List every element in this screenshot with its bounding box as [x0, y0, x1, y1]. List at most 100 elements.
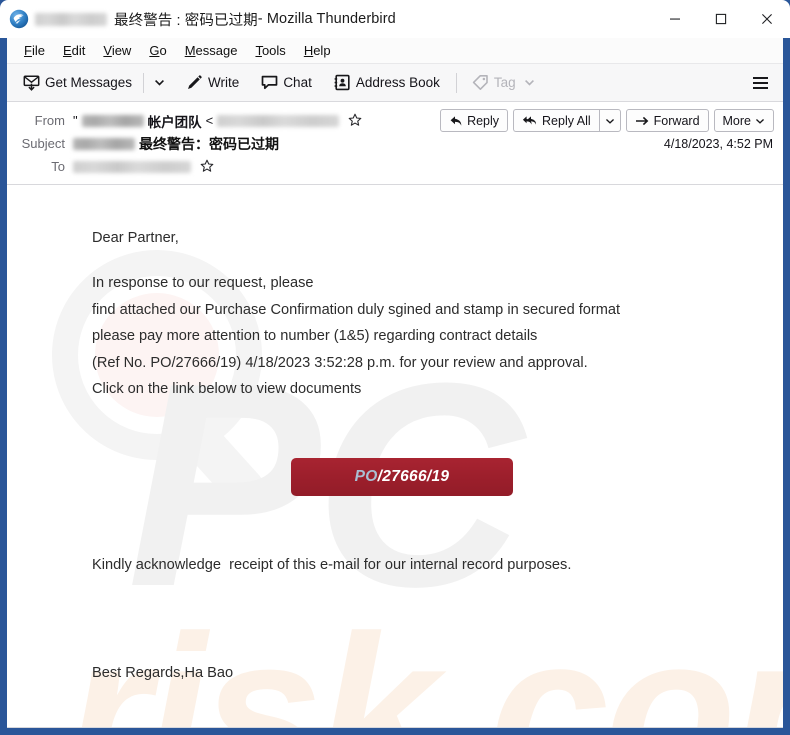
body-spacer-4	[92, 579, 783, 645]
write-label: Write	[208, 75, 240, 90]
body-greeting: Dear Partner,	[92, 230, 179, 246]
message-action-buttons: Reply Reply All Forward More	[435, 109, 774, 132]
title-subject: 最终警告 : 密码已过期	[114, 12, 258, 29]
menu-item-view[interactable]: View	[94, 41, 140, 61]
main-toolbar: Get Messages Write Chat Address Book Tag	[7, 64, 783, 102]
get-messages-button[interactable]: Get Messages	[16, 70, 139, 95]
hamburger-line-3	[752, 87, 768, 89]
reply-button[interactable]: Reply	[440, 109, 509, 132]
close-icon	[762, 14, 772, 24]
address-book-button[interactable]: Address Book	[327, 70, 447, 95]
tag-icon	[472, 75, 488, 90]
from-display-name: 帐户团队	[147, 114, 202, 130]
hamburger-line-2	[752, 82, 768, 84]
reply-all-dropdown-button[interactable]	[598, 109, 621, 132]
subject-redacted-domain	[73, 137, 135, 150]
menu-item-tools[interactable]: Tools	[246, 41, 294, 61]
menu-label-help-rest: elp	[313, 42, 331, 58]
reply-arrow-icon	[450, 115, 462, 126]
address-book-label: Address Book	[355, 75, 440, 90]
reply-all-arrow-icon	[522, 115, 537, 125]
po-document-link-button[interactable]: PO/27666/19	[291, 458, 513, 497]
menu-item-file[interactable]: File	[15, 41, 54, 61]
body-spacer-2	[92, 402, 783, 458]
po-button-suffix: /27666/19	[377, 468, 450, 486]
from-value: " 帐户团队 <	[73, 111, 362, 131]
body-line-2: find attached our Purchase Confirmation …	[92, 301, 621, 318]
pencil-icon	[188, 75, 202, 89]
maximize-icon	[715, 13, 727, 25]
tag-label: Tag	[493, 75, 516, 90]
menu-item-help[interactable]: Help	[295, 41, 340, 61]
message-date: 4/18/2023, 4:52 PM	[663, 137, 773, 151]
menu-item-go[interactable]: Go	[140, 41, 175, 61]
get-messages-dropdown-button[interactable]	[148, 73, 171, 92]
menu-label-file-rest: ile	[31, 42, 45, 58]
hamburger-line-1	[752, 77, 768, 79]
reply-all-button[interactable]: Reply All	[513, 109, 599, 132]
message-body: PC risk.com Dear Partner, In response to…	[7, 185, 783, 727]
message-header: From " 帐户团队 < Subject 最终警告：密码已过期 To Repl…	[7, 102, 783, 185]
subject-label: Subject	[21, 136, 65, 151]
title-redacted-domain	[35, 12, 107, 26]
body-line-4: (Ref No. PO/27666/19) 4/18/2023 3:52:28 …	[92, 354, 588, 371]
body-spacer-3	[92, 496, 783, 552]
toolbar-separator-2	[455, 72, 457, 93]
from-redacted-domain	[81, 114, 144, 127]
email-content: Dear Partner, In response to our request…	[7, 185, 783, 686]
app-menu-button[interactable]	[747, 71, 773, 95]
chat-button[interactable]: Chat	[254, 70, 319, 95]
body-closing-line: Kindly acknowledge receipt of this e-mai…	[92, 557, 572, 574]
menu-label-view-rest: iew	[111, 42, 132, 58]
status-bar	[7, 727, 783, 728]
minimize-icon	[670, 18, 680, 20]
menu-item-message[interactable]: Message	[176, 41, 247, 61]
chevron-down-icon	[755, 118, 765, 124]
to-redacted-address	[73, 160, 191, 173]
forward-arrow-icon	[635, 116, 649, 125]
subject-value: 最终警告：密码已过期	[73, 134, 279, 154]
body-line-5: Click on the link below to view document…	[92, 381, 362, 398]
menu-label-go-rest: o	[159, 42, 167, 58]
body-line-1: In response to our request, please	[92, 275, 314, 292]
to-star-icon[interactable]	[200, 159, 214, 175]
minimize-button[interactable]	[652, 0, 698, 38]
close-button[interactable]	[744, 0, 790, 38]
forward-button[interactable]: Forward	[625, 109, 709, 132]
body-spacer-1	[92, 251, 783, 270]
header-row-to: To	[7, 155, 783, 178]
chat-label: Chat	[283, 75, 312, 90]
title-bar: 最终警告 : 密码已过期 - Mozilla Thunderbird	[0, 0, 790, 38]
more-button[interactable]: More	[713, 109, 774, 132]
menu-label-edit-rest: dit	[71, 42, 86, 58]
from-quote: "	[73, 113, 78, 128]
menu-label-message-rest: essage	[195, 42, 238, 58]
thunderbird-window: 最终警告 : 密码已过期 - Mozilla Thunderbird File …	[0, 0, 790, 735]
title-app-name: - Mozilla Thunderbird	[257, 11, 396, 27]
chevron-down-icon	[155, 80, 165, 86]
forward-label: Forward	[653, 113, 700, 128]
write-button[interactable]: Write	[179, 70, 246, 95]
window-content: File Edit View Go Message Tools Help Get…	[7, 38, 783, 728]
menu-item-edit[interactable]: Edit	[54, 41, 94, 61]
from-star-icon[interactable]	[348, 113, 362, 129]
toolbar-separator-1	[143, 72, 145, 93]
subject-text: 最终警告：密码已过期	[139, 135, 279, 152]
to-value	[73, 159, 214, 175]
window-controls	[652, 0, 790, 38]
window-title: 最终警告 : 密码已过期 - Mozilla Thunderbird	[35, 9, 396, 30]
download-mail-icon	[23, 75, 40, 91]
thunderbird-logo-icon	[9, 9, 29, 29]
from-label: From	[34, 113, 65, 128]
chevron-down-icon	[605, 118, 614, 124]
maximize-button[interactable]	[698, 0, 744, 38]
menu-bar: File Edit View Go Message Tools Help	[7, 38, 783, 64]
chat-bubble-icon	[261, 75, 278, 90]
po-button-prefix: PO	[354, 468, 378, 486]
body-line-3: please pay more attention to number (1&5…	[92, 328, 538, 345]
reply-all-split-button: Reply All	[513, 109, 621, 132]
tag-button[interactable]: Tag	[465, 70, 542, 95]
to-label: To	[51, 159, 65, 174]
chevron-down-icon	[524, 80, 534, 86]
body-spacer-5	[92, 645, 783, 660]
